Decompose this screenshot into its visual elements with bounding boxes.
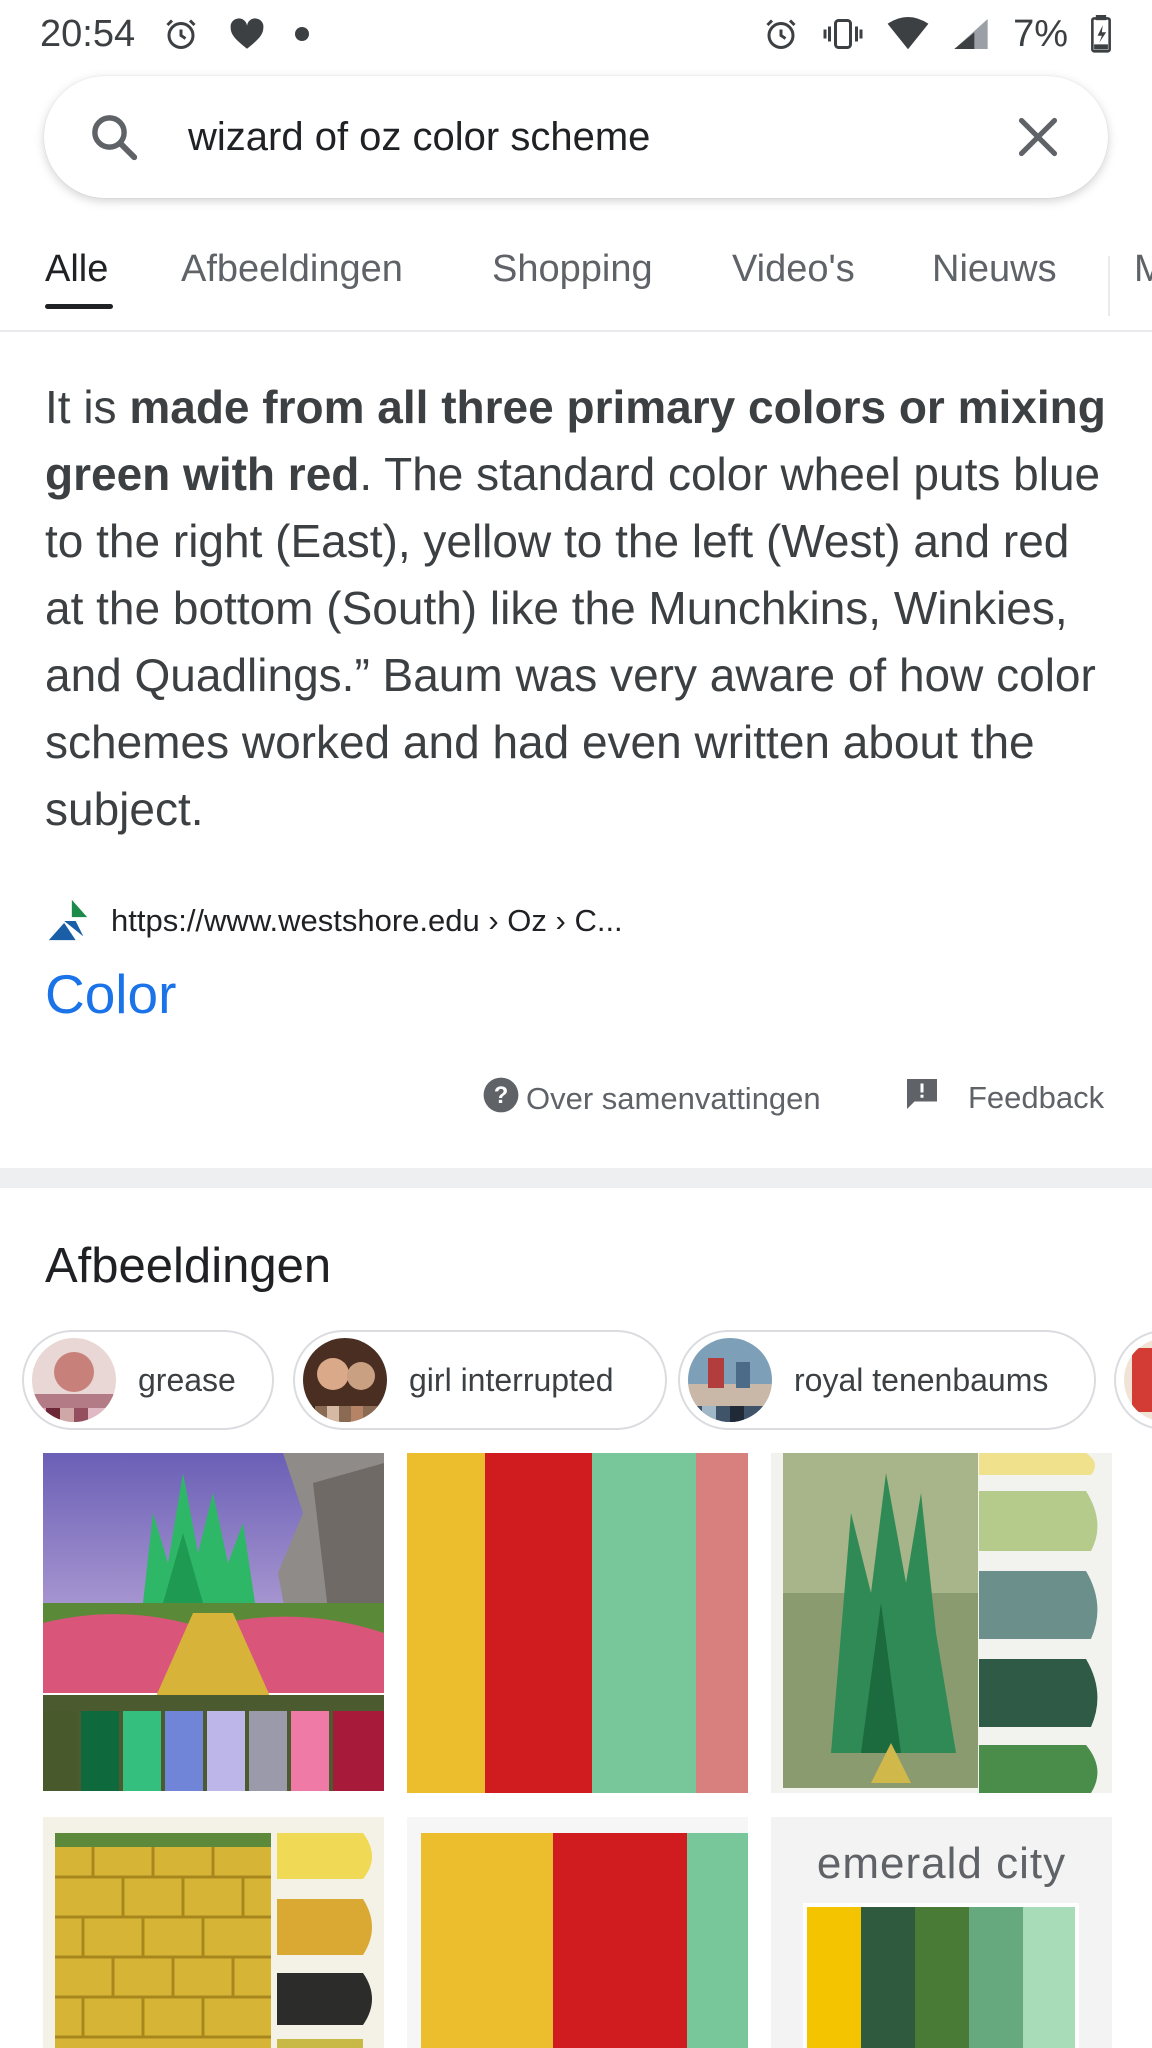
battery-percentage: 7% — [1013, 12, 1068, 55]
active-tab-indicator — [45, 304, 113, 309]
status-time: 20:54 — [40, 12, 136, 55]
alarm-icon — [763, 16, 799, 52]
feedback-link[interactable]: Feedback — [904, 1076, 1104, 1120]
tab-alle[interactable]: Alle — [45, 248, 108, 291]
status-bar: 20:54 7% — [0, 0, 1152, 68]
chip-label: royal tenenbaums — [794, 1361, 1049, 1398]
featured-snippet-text: It is made from all three primary colors… — [45, 374, 1115, 843]
image-result-emerald-city-text[interactable]: emerald city — [771, 1817, 1112, 2048]
tab-more[interactable]: M — [1134, 248, 1152, 291]
tab-afbeeldingen[interactable]: Afbeeldingen — [181, 248, 403, 291]
alarm-icon — [163, 16, 199, 52]
search-bar[interactable]: wizard of oz color scheme — [44, 76, 1108, 198]
feedback-label: Feedback — [968, 1080, 1105, 1115]
vibrate-icon — [821, 16, 865, 52]
snippet-body: . The standard color wheel puts blue to … — [45, 448, 1101, 835]
heart-app-icon — [227, 16, 267, 52]
chip-label: grease — [138, 1361, 236, 1398]
chip-thumbnail — [1124, 1338, 1152, 1422]
source-url[interactable]: https://www.westshore.edu › Oz › C... — [111, 903, 623, 939]
search-icon[interactable] — [84, 107, 144, 167]
image-result-emerald-city-palette[interactable] — [43, 1453, 384, 1791]
search-input[interactable]: wizard of oz color scheme — [188, 115, 1008, 160]
image-result-paint-swatches[interactable] — [771, 1453, 1112, 1793]
tab-shopping[interactable]: Shopping — [492, 248, 653, 291]
notification-dot-icon — [295, 27, 310, 41]
wifi-icon — [887, 17, 929, 51]
tab-videos[interactable]: Video's — [732, 248, 855, 291]
about-snippets-link[interactable]: ? Over samenvattingen — [482, 1076, 821, 1122]
image-result-four-color-palette[interactable] — [407, 1453, 748, 1793]
chip-label: girl interrupted — [409, 1361, 614, 1398]
tab-nieuws[interactable]: Nieuws — [932, 248, 1057, 291]
signal-icon — [951, 17, 991, 51]
chip-thumbnail — [688, 1338, 772, 1422]
chip-girl-interrupted[interactable]: girl interrupted — [293, 1330, 667, 1430]
chip-grease[interactable]: grease — [22, 1330, 274, 1430]
image-filter-chips: grease girl interrupted royal tenenbaums — [22, 1330, 1152, 1430]
source-title-link[interactable]: Color — [45, 962, 176, 1026]
chip-thumbnail — [303, 1338, 387, 1422]
snippet-footer: ? Over samenvattingen Feedback — [0, 1076, 1152, 1124]
images-heading: Afbeeldingen — [45, 1239, 332, 1293]
snippet-source[interactable]: https://www.westshore.edu › Oz › C... — [45, 898, 623, 944]
snippet-prefix: It is — [45, 381, 130, 433]
feedback-icon — [904, 1076, 940, 1120]
image-result-three-color-palette[interactable] — [407, 1817, 748, 2048]
chip-royal-tenenbaums[interactable]: royal tenenbaums — [678, 1330, 1096, 1430]
chip-more[interactable] — [1114, 1330, 1152, 1430]
svg-text:?: ? — [494, 1082, 509, 1109]
help-icon: ? — [482, 1076, 520, 1122]
close-icon[interactable] — [1008, 107, 1068, 167]
battery-icon — [1090, 15, 1112, 53]
about-snippets-label: Over samenvattingen — [526, 1081, 821, 1116]
section-divider — [0, 1168, 1152, 1188]
image-result-yellow-brick-road[interactable] — [43, 1817, 384, 2048]
westshore-logo-icon — [45, 898, 91, 944]
search-tabs: Alle Afbeeldingen Shopping Video's Nieuw… — [0, 228, 1152, 332]
tab-divider — [1108, 256, 1110, 316]
chip-thumbnail — [32, 1338, 116, 1422]
